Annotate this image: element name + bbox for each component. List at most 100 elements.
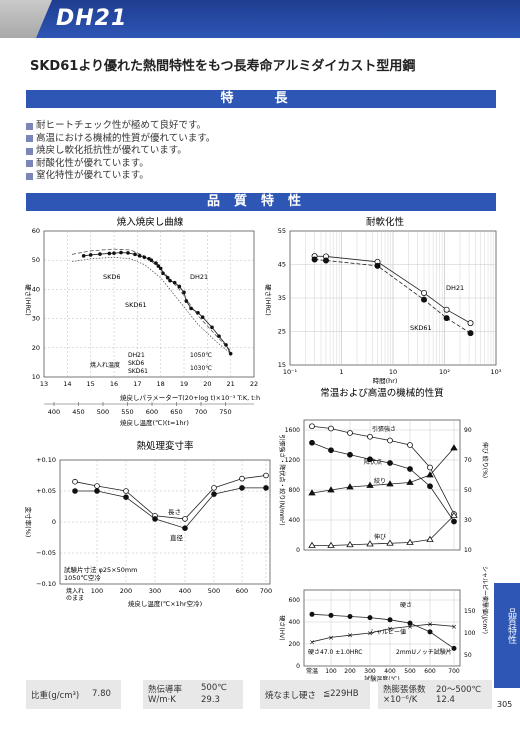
y-ticks: 1525354555: [278, 227, 286, 369]
y-tick-label: 800: [289, 487, 301, 494]
data-point: [142, 255, 147, 260]
density-value: 7.80: [92, 689, 111, 699]
legend-value: 1030℃: [190, 365, 212, 372]
y2-tick-label: 150: [464, 608, 476, 615]
data-point: [239, 485, 245, 491]
x-tick-label: 700: [448, 668, 460, 675]
y-axis-label: 硬さ(HRC): [264, 284, 272, 316]
y-tick-label: −0.05: [36, 549, 56, 557]
x-tick-label: 700: [260, 587, 272, 595]
data-point: [467, 320, 474, 327]
data-point: [421, 289, 428, 296]
y-tick-label: 400: [289, 619, 301, 626]
y-tick-label: 1200: [285, 457, 300, 464]
mechanical-properties-chart: 常温および高温の機械的性質 引張強さ・降伏点・絞り(N/mm²) 伸び 絞り(%…: [278, 387, 489, 683]
data-point: [450, 444, 458, 451]
y-tick-label: −0.10: [36, 580, 56, 588]
data-point: [81, 254, 86, 258]
y-tick-label: 60: [32, 227, 40, 235]
data-point: [94, 488, 100, 494]
data-point: [427, 629, 433, 635]
x-tick-label: 13: [40, 380, 48, 388]
data-point: [451, 645, 457, 651]
curves: [71, 248, 232, 354]
legend-header: 焼入れ温度: [90, 361, 120, 369]
x-tick-label: 14: [63, 380, 71, 388]
data-point: [309, 439, 315, 446]
x-tick-label: 20: [203, 380, 211, 388]
data-point: [387, 617, 393, 623]
charts-canvas: 焼入焼戻し曲線 硬さ(HRC) 102030405060 13 14 15 16 17 1…: [24, 216, 502, 683]
data-point: [347, 451, 353, 458]
y-axis-label: 引張強さ・降伏点・絞り(N/mm²): [278, 434, 286, 525]
data-point: ×: [407, 623, 413, 631]
data-point: [72, 478, 78, 485]
data-point: [200, 315, 205, 319]
x-axis-label: 時間(hr): [373, 377, 398, 385]
data-point: [152, 516, 158, 522]
curve-dh21: [83, 252, 232, 354]
annotation-skd6: SKD6: [103, 273, 121, 281]
secondary-x-tick-label: 600: [146, 408, 158, 416]
x-tick-label: 22: [250, 380, 258, 388]
y-tick-label: 0: [52, 518, 56, 526]
label-yield: 降伏点: [364, 458, 382, 466]
data-point: [367, 615, 373, 621]
data-point: [168, 278, 172, 283]
thermal-temp: 500℃: [201, 683, 227, 693]
secondary-x-tick-label: 650: [170, 408, 182, 416]
data-point: [467, 330, 474, 337]
footer-expansion: 熱膨張係数 20〜500℃ ×10⁻⁶/K 12.4: [378, 680, 492, 709]
x-ticks: 13 14 15 16 17 18 19 20 21 22: [40, 380, 258, 388]
secondary-x-tick-label: 450: [72, 408, 84, 416]
data-point: [328, 612, 334, 618]
secondary-x-tick-label: 500: [97, 408, 109, 416]
data-point: ×: [347, 632, 353, 640]
hardness-note: 硬さ47.0 ±1.0HRC: [308, 649, 362, 656]
anneal-label: 焼なまし硬さ: [265, 691, 317, 701]
legend-value: 1050℃: [190, 352, 212, 359]
side-tab-label: 品質特性: [506, 608, 516, 644]
specimen-note: 試験片寸法 φ25×50mm: [64, 565, 138, 574]
data-point: [149, 258, 154, 263]
expansion-value: 12.4: [436, 695, 455, 705]
series: [311, 253, 474, 337]
y-tick-label: 20: [32, 344, 40, 352]
legend-row: SKD61: [128, 368, 148, 375]
data-point: [112, 251, 116, 255]
y-tick-label: 50: [32, 256, 40, 264]
annotation-skd61: SKD61: [410, 324, 432, 332]
gridlines: [44, 231, 254, 377]
data-point: [123, 488, 129, 494]
x-tick-label: 400: [384, 668, 396, 675]
x-tick-label: 16: [110, 380, 118, 388]
data-point: [347, 614, 353, 619]
data-point: [182, 290, 186, 295]
annotation-dh21: DH21: [190, 273, 208, 281]
data-point: [328, 425, 334, 432]
data-point: [374, 262, 381, 269]
y2-tick-label: 70: [464, 457, 472, 464]
y-tick-label: 0: [296, 663, 300, 670]
annotation-skd61: SKD61: [125, 301, 147, 309]
y-tick-label: 10: [32, 373, 40, 381]
data-point: [263, 485, 269, 491]
y-tick-label: 35: [278, 294, 286, 302]
data-point: [182, 516, 188, 522]
footer-density: 比重(g/cm³) 7.80: [26, 680, 121, 709]
y2-tick-label: 50: [464, 652, 472, 659]
data-point: [211, 485, 217, 491]
chart-title: 常温および高温の機械的性質: [320, 387, 444, 399]
expansion-unit: ×10⁻⁶/K: [383, 695, 418, 705]
x-tick-label: 10: [389, 368, 397, 376]
x-tick-label: 18: [157, 380, 165, 388]
data-point: [154, 261, 158, 265]
x-ticks: 10⁻¹ 1 10 10² 10³: [283, 368, 502, 376]
data-point: [443, 315, 450, 322]
x-ticks: 常温 100 200 300 400 500 600 700: [306, 667, 460, 675]
data-point: [228, 351, 233, 356]
data-point: ×: [309, 638, 315, 646]
data-point: [421, 296, 428, 303]
data-point: [387, 460, 393, 466]
data-point: [217, 334, 221, 338]
